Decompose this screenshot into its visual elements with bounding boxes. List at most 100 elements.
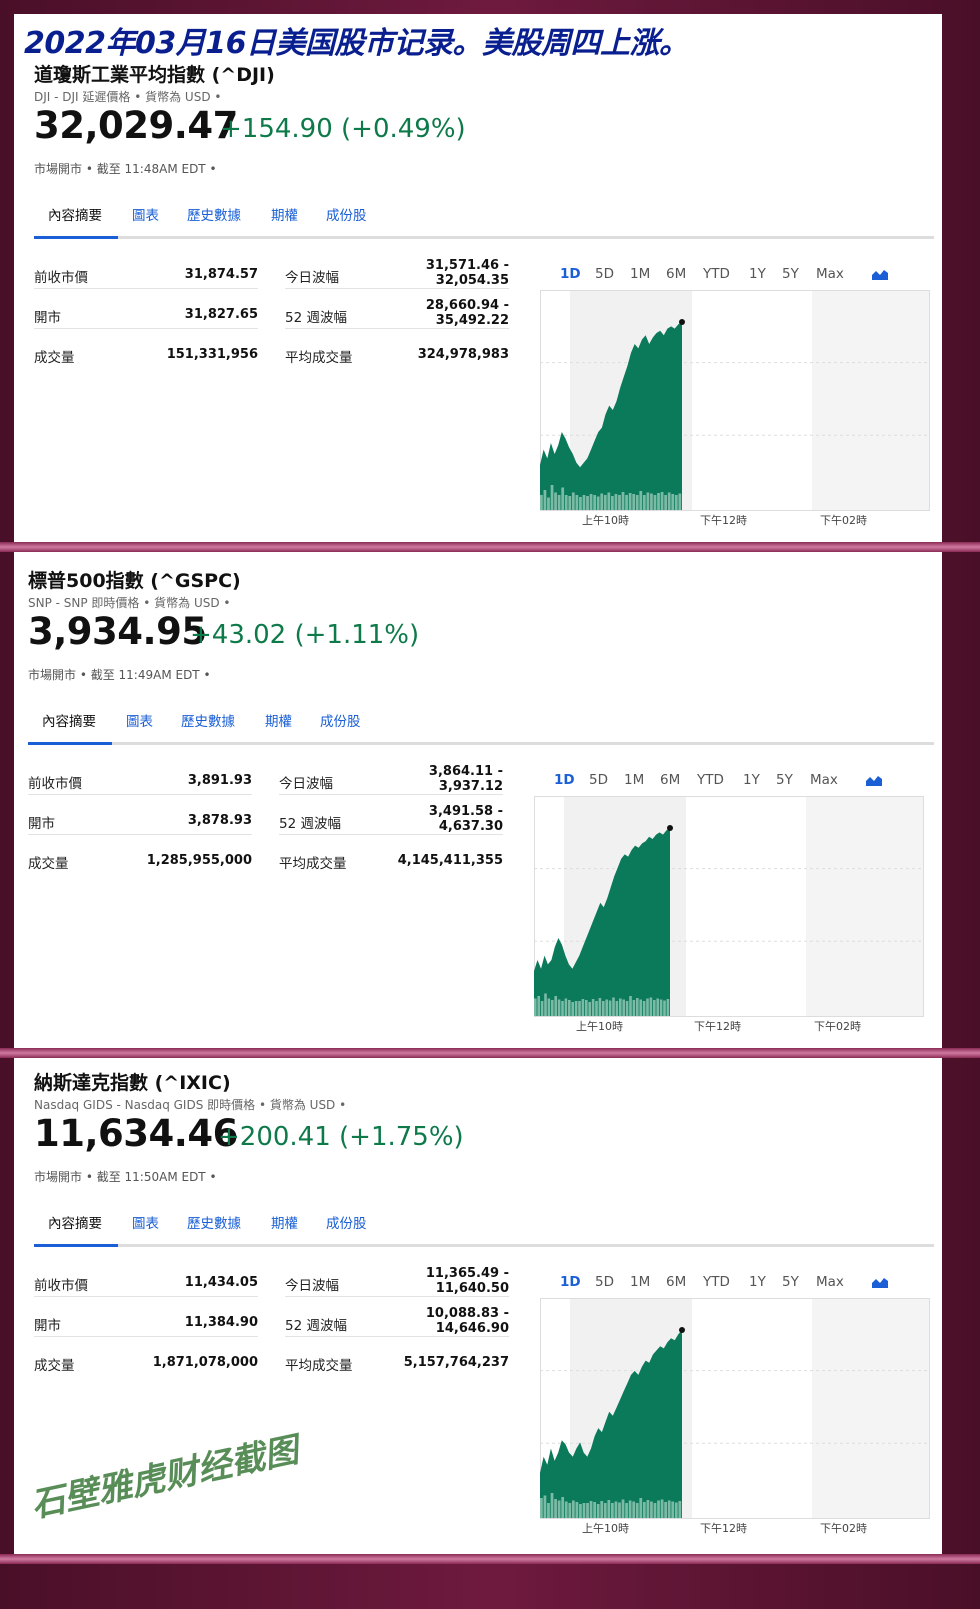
volume-bar: [618, 1502, 621, 1518]
range-5y[interactable]: 5Y: [776, 772, 793, 788]
volume-bar: [639, 1498, 643, 1518]
stat-value-line: 3,491.58 -: [428, 804, 503, 819]
stat-value: 11,434.05: [184, 1275, 258, 1290]
volume-bar: [550, 485, 554, 510]
range-6m[interactable]: 6M: [666, 266, 686, 282]
tab-chart[interactable]: 圖表: [132, 1212, 159, 1232]
range-1m[interactable]: 1M: [630, 1274, 650, 1290]
tab-history[interactable]: 歷史數據: [181, 710, 235, 730]
row-divider: [34, 1336, 258, 1337]
tab-summary[interactable]: 內容摘要: [48, 204, 102, 224]
volume-bar: [632, 494, 636, 510]
volume-bar: [646, 1500, 650, 1518]
tab-options[interactable]: 期權: [271, 1212, 298, 1232]
stat-label: 前收市價: [28, 776, 82, 792]
volume-bar: [551, 1000, 554, 1016]
volume-bar: [544, 993, 547, 1016]
headline: 2022年03月16日美国股市记录。美股周四上涨。: [24, 26, 689, 61]
volume-bar: [664, 1502, 667, 1518]
tab-components[interactable]: 成份股: [320, 710, 361, 730]
range-6m[interactable]: 6M: [660, 772, 680, 788]
tab-underline-track: [34, 236, 934, 239]
range-max[interactable]: Max: [810, 772, 838, 788]
volume-bar: [547, 998, 551, 1016]
volume-bar: [632, 1000, 636, 1016]
intraday-chart[interactable]: 上午10時 下午12時 下午02時: [540, 1298, 932, 1538]
stat-value-line: 5,157,764,237: [403, 1355, 509, 1370]
range-1d[interactable]: 1D: [560, 1274, 581, 1290]
tab-summary[interactable]: 內容摘要: [48, 1212, 102, 1232]
volume-bar: [629, 996, 632, 1016]
range-1m[interactable]: 1M: [624, 772, 644, 788]
tab-summary[interactable]: 內容摘要: [42, 710, 96, 730]
range-6m[interactable]: 6M: [666, 1274, 686, 1290]
volume-bar: [554, 492, 557, 510]
range-5d[interactable]: 5D: [595, 266, 614, 282]
x-tick-label: 上午10時: [582, 514, 629, 527]
volume-bar: [579, 1504, 582, 1518]
volume-bar: [639, 491, 643, 510]
stat-value-line: 14,646.90: [435, 1321, 509, 1336]
tab-history[interactable]: 歷史數據: [187, 204, 241, 224]
range-5y[interactable]: 5Y: [782, 266, 799, 282]
intraday-chart[interactable]: 上午10時 下午12時 下午02時: [540, 290, 932, 530]
intraday-chart[interactable]: 上午10時 下午12時 下午02時: [534, 796, 926, 1036]
row-divider: [285, 1296, 509, 1297]
volume-bar: [642, 1502, 646, 1518]
tab-underline-track: [28, 742, 934, 745]
row-divider: [28, 834, 252, 835]
index-subtitle: SNP - SNP 即時價格 • 貨幣為 USD •: [28, 596, 231, 610]
range-1m[interactable]: 1M: [630, 266, 650, 282]
volume-bar: [612, 997, 615, 1016]
stat-value-line: 4,145,411,355: [397, 853, 503, 868]
range-ytd[interactable]: YTD: [703, 1274, 730, 1290]
volume-bar: [603, 495, 607, 510]
tab-components[interactable]: 成份股: [326, 1212, 367, 1232]
stat-label: 前收市價: [34, 270, 88, 286]
tab-options[interactable]: 期權: [265, 710, 292, 730]
x-tick-label: 下午12時: [700, 514, 747, 527]
volume-bar: [568, 1503, 572, 1518]
range-5d[interactable]: 5D: [595, 1274, 614, 1290]
tab-options[interactable]: 期權: [271, 204, 298, 224]
volume-bar: [564, 998, 568, 1016]
range-1d[interactable]: 1D: [560, 266, 581, 282]
volume-bar: [678, 493, 682, 510]
volume-bar: [646, 998, 649, 1016]
range-1y[interactable]: 1Y: [749, 1274, 766, 1290]
range-max[interactable]: Max: [816, 1274, 844, 1290]
stat-label: 平均成交量: [285, 1358, 353, 1374]
tab-components[interactable]: 成份股: [326, 204, 367, 224]
chart-type-icon[interactable]: [872, 268, 888, 280]
volume-bar: [568, 1000, 571, 1016]
chart-type-icon[interactable]: [872, 1276, 888, 1288]
volume-bar: [678, 1501, 682, 1518]
volume-bar: [588, 1002, 591, 1016]
market-status: 市場開市 • 截至 11:49AM EDT •: [28, 668, 211, 682]
tab-chart[interactable]: 圖表: [126, 710, 153, 730]
range-1y[interactable]: 1Y: [743, 772, 760, 788]
stat-value: 3,891.93: [187, 773, 252, 788]
volume-bar: [614, 494, 618, 510]
range-1y[interactable]: 1Y: [749, 266, 766, 282]
range-ytd[interactable]: YTD: [697, 772, 724, 788]
volume-bar: [561, 1001, 564, 1016]
stat-value: 31,827.65: [184, 307, 258, 322]
volume-bar: [557, 999, 561, 1016]
tab-history[interactable]: 歷史數據: [187, 1212, 241, 1232]
volume-bar: [550, 1493, 554, 1518]
tab-chart[interactable]: 圖表: [132, 204, 159, 224]
range-ytd[interactable]: YTD: [703, 266, 730, 282]
range-5d[interactable]: 5D: [589, 772, 608, 788]
stat-value-line: 11,365.49 -: [425, 1266, 509, 1281]
chart-type-icon[interactable]: [866, 774, 882, 786]
range-max[interactable]: Max: [816, 266, 844, 282]
volume-bar: [534, 998, 537, 1016]
volume-bar: [664, 495, 667, 510]
volume-bar: [611, 1503, 614, 1518]
range-5y[interactable]: 5Y: [782, 1274, 799, 1290]
stat-label: 成交量: [28, 856, 69, 872]
last-price-dot: [679, 1327, 685, 1333]
range-1d[interactable]: 1D: [554, 772, 575, 788]
volume-bar: [646, 492, 650, 510]
